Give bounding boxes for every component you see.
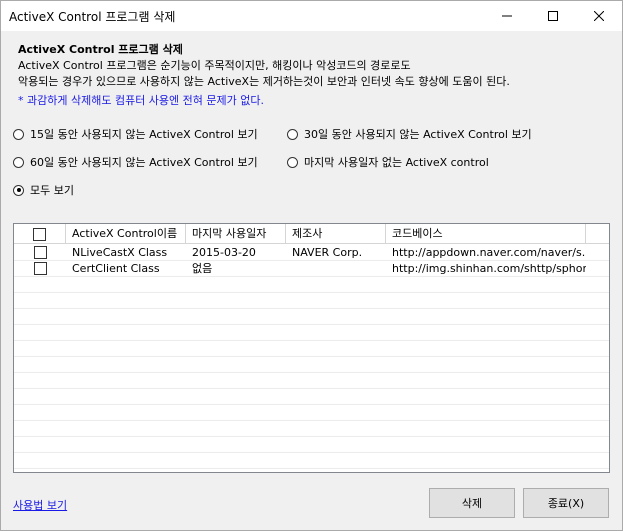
help-link[interactable]: 사용법 보기 xyxy=(13,497,67,513)
description-line-1: ActiveX Control 프로그램은 순기능이 주목적이지만, 해킹이나 … xyxy=(18,59,411,72)
radio-label: 모두 보기 xyxy=(30,184,74,197)
empty-row xyxy=(14,293,609,309)
cell-codebase: http://img.shinhan.com/shttp/sphon... xyxy=(392,262,586,275)
cell-name: CertClient Class xyxy=(72,262,160,275)
empty-row xyxy=(14,309,609,325)
note-text: * 과감하게 삭제해도 컴퓨터 사용엔 전혀 문제가 없다. xyxy=(18,94,264,107)
maximize-icon xyxy=(548,11,558,21)
close-button[interactable] xyxy=(576,1,622,31)
empty-row xyxy=(14,373,609,389)
minimize-button[interactable] xyxy=(484,1,530,31)
section-heading: ActiveX Control 프로그램 삭제 xyxy=(18,43,183,56)
row-checkbox[interactable] xyxy=(33,262,47,275)
cell-vendor xyxy=(286,261,386,276)
row-checkbox-cell[interactable] xyxy=(14,245,66,260)
select-all-checkbox[interactable] xyxy=(33,227,46,241)
cell-codebase: http://appdown.naver.com/naver/s... xyxy=(392,246,586,259)
empty-row xyxy=(14,277,609,293)
radio-button[interactable] xyxy=(13,156,24,168)
minimize-icon xyxy=(502,15,512,17)
table-header: ActiveX Control이름 마지막 사용일자 제조사 코드베이스 xyxy=(14,224,609,244)
column-header-filler xyxy=(586,224,609,244)
column-header-vendor[interactable]: 제조사 xyxy=(286,224,386,244)
radio-button[interactable] xyxy=(13,128,24,140)
radio-button[interactable] xyxy=(287,128,298,140)
close-program-button[interactable]: 종료(X) xyxy=(523,488,609,518)
radio-button[interactable] xyxy=(287,156,298,168)
title-bar[interactable]: ActiveX Control 프로그램 삭제 xyxy=(1,1,622,31)
table-row[interactable]: NLiveCastX Class 2015-03-20 NAVER Corp. … xyxy=(14,245,609,261)
column-header-name[interactable]: ActiveX Control이름 xyxy=(66,224,186,244)
radio-button-selected[interactable] xyxy=(13,184,24,196)
filter-60-days[interactable]: 60일 동안 사용되지 않는 ActiveX Control 보기 xyxy=(13,154,258,170)
cell-last-used: 없음 xyxy=(192,262,213,275)
radio-label: 15일 동안 사용되지 않는 ActiveX Control 보기 xyxy=(30,128,258,141)
radio-label: 30일 동안 사용되지 않는 ActiveX Control 보기 xyxy=(304,128,532,141)
column-header-last-used[interactable]: 마지막 사용일자 xyxy=(186,224,286,244)
empty-row xyxy=(14,325,609,341)
cell-last-used: 2015-03-20 xyxy=(192,246,256,259)
empty-row xyxy=(14,405,609,421)
filter-15-days[interactable]: 15일 동안 사용되지 않는 ActiveX Control 보기 xyxy=(13,126,258,142)
filter-show-all[interactable]: 모두 보기 xyxy=(13,182,74,198)
delete-button[interactable]: 삭제 xyxy=(429,488,515,518)
select-all-cell[interactable] xyxy=(14,224,66,244)
description-line-2: 악용되는 경우가 있으므로 사용하지 않는 ActiveX는 제거하는것이 보안… xyxy=(18,75,510,88)
empty-row xyxy=(14,421,609,437)
filter-30-days[interactable]: 30일 동안 사용되지 않는 ActiveX Control 보기 xyxy=(287,126,532,142)
empty-row xyxy=(14,453,609,469)
table-row[interactable]: CertClient Class 없음 http://img.shinhan.c… xyxy=(14,261,609,277)
empty-row xyxy=(14,341,609,357)
maximize-button[interactable] xyxy=(530,1,576,31)
empty-row xyxy=(14,437,609,453)
radio-label: 60일 동안 사용되지 않는 ActiveX Control 보기 xyxy=(30,156,258,169)
row-checkbox-cell[interactable] xyxy=(14,261,66,276)
cell-vendor: NAVER Corp. xyxy=(292,246,363,259)
filter-no-last-used[interactable]: 마지막 사용일자 없는 ActiveX control xyxy=(287,154,489,170)
activex-list-table[interactable]: ActiveX Control이름 마지막 사용일자 제조사 코드베이스 NLi… xyxy=(13,223,610,473)
close-icon xyxy=(594,11,604,21)
column-header-codebase[interactable]: 코드베이스 xyxy=(386,224,586,244)
radio-label: 마지막 사용일자 없는 ActiveX control xyxy=(304,156,489,169)
window-title: ActiveX Control 프로그램 삭제 xyxy=(9,10,176,24)
row-checkbox[interactable] xyxy=(33,246,47,259)
empty-row xyxy=(14,357,609,373)
empty-row xyxy=(14,389,609,405)
dialog-window: ActiveX Control 프로그램 삭제 ActiveX Control … xyxy=(0,0,623,531)
cell-name: NLiveCastX Class xyxy=(72,246,168,259)
